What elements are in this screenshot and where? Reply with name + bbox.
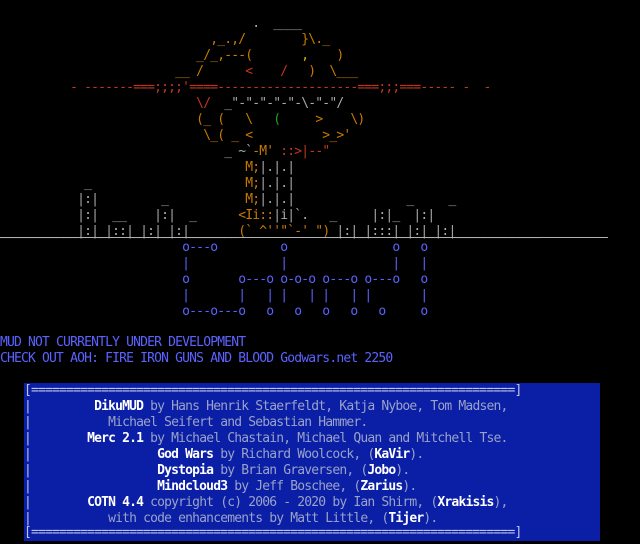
- credits-box: [=======================================…: [24, 383, 600, 541]
- credit-name: God Wars: [157, 447, 214, 462]
- status-line-1: MUD NOT CURRENTLY UNDER DEVELOPMENT: [0, 335, 246, 350]
- terminal-screen: . ____ ,_.,/ }\._ _/_,---( , ) __ / < / …: [0, 0, 640, 544]
- credit-name: COTN 4.4: [87, 495, 144, 510]
- ascii-art-mushroom-cloud: . ____ ,_.,/ }\._ _/_,---( , ) __ / < / …: [0, 16, 540, 239]
- credit-row-godwars: | God Wars by Richard Woolcock, (KaVir).: [24, 447, 424, 462]
- credit-row-cotn: | COTN 4.4 copyright (c) 2006 - 2020 by …: [24, 495, 508, 510]
- ascii-art-map-grid: o---o o o o | | | | o o---o o-o-o o---o …: [182, 240, 428, 319]
- credits-border-top: [=======================================…: [24, 383, 522, 398]
- ground-line: [0, 237, 608, 238]
- status-line-2: CHECK OUT AOH: FIRE IRON GUNS AND BLOOD …: [0, 351, 393, 366]
- credit-row-dystopia: | Dystopia by Brian Graversen, (Jobo).: [24, 463, 410, 478]
- credit-row-dikumud-cont: | Michael Seifert and Sebastian Hammer.: [24, 415, 368, 430]
- credits-border-bottom: [=======================================…: [24, 525, 522, 540]
- credit-row-dikumud: | DikuMUD by Hans Henrik Staerfeldt, Kat…: [24, 399, 508, 414]
- credit-name: Mindcloud3: [157, 479, 228, 494]
- credit-row-merc: | Merc 2.1 by Michael Chastain, Michael …: [24, 431, 508, 446]
- credit-name: DikuMUD: [94, 399, 144, 414]
- credit-name: Merc 2.1: [87, 431, 144, 446]
- credit-row-mindcloud: | Mindcloud3 by Jeff Boschee, (Zarius).: [24, 479, 417, 494]
- credit-name: Dystopia: [157, 463, 214, 478]
